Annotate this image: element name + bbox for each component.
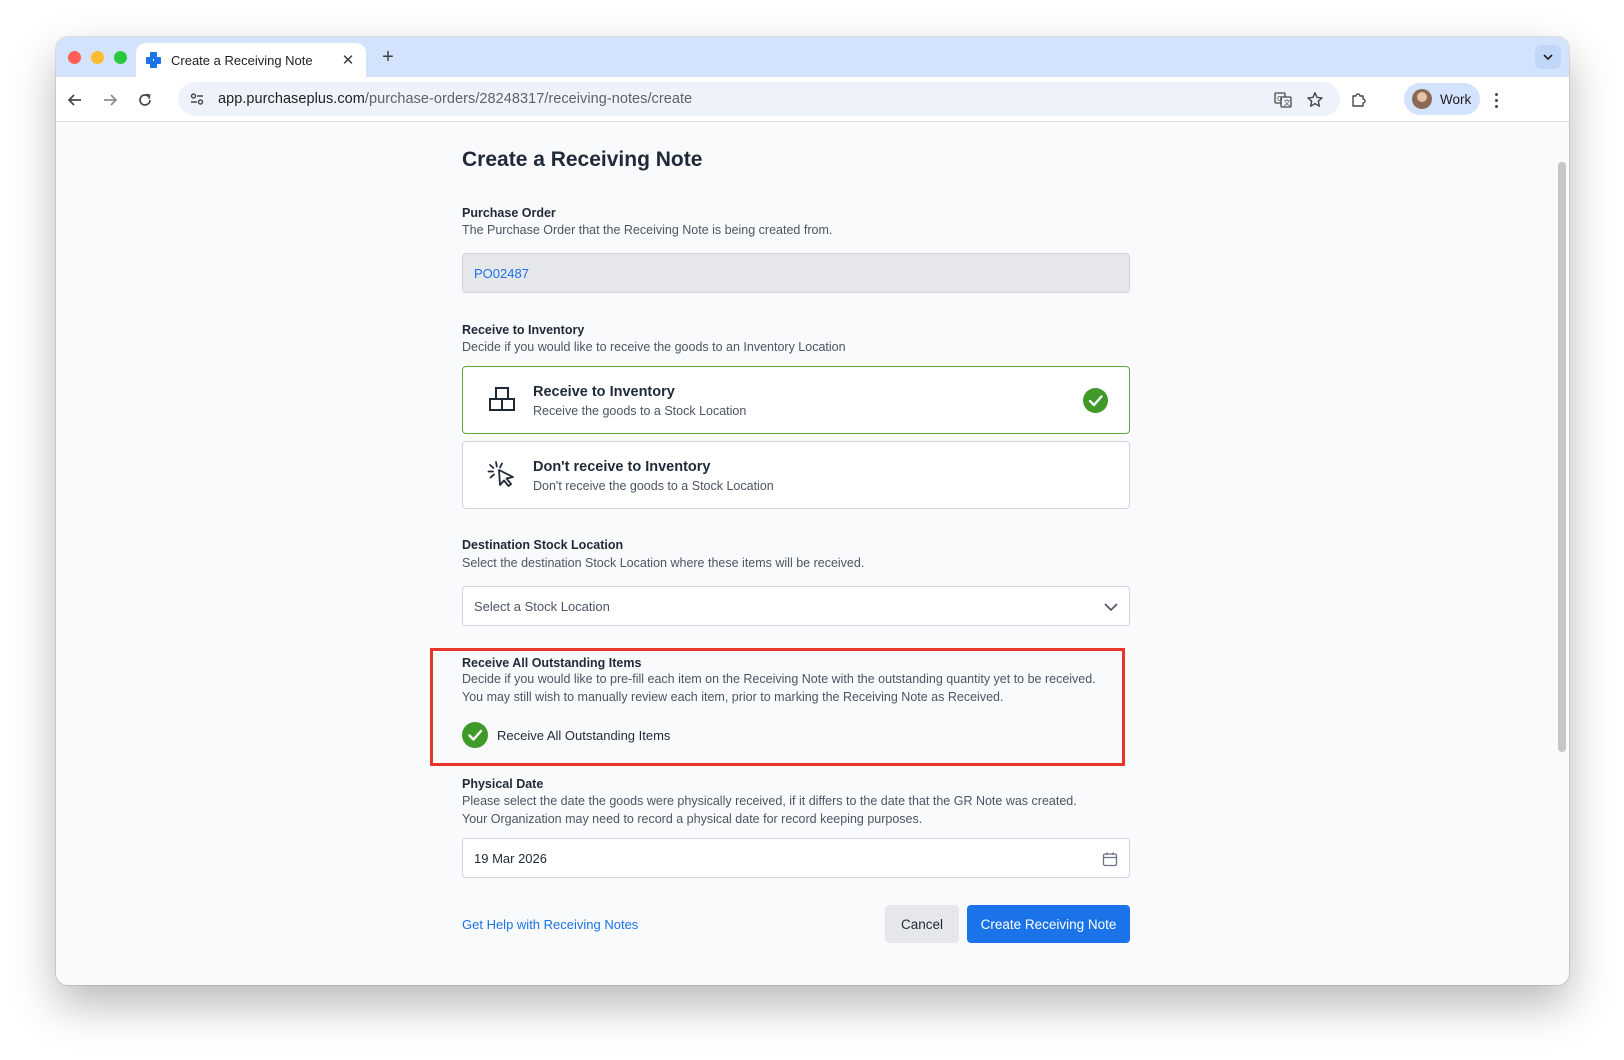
address-bar[interactable]: app.purchaseplus.com/purchase-orders/282… — [178, 82, 1340, 116]
bookmark-star-icon[interactable] — [1304, 89, 1326, 111]
page-content: Create a Receiving Note Purchase Order T… — [56, 122, 1569, 985]
arrow-left-icon — [67, 94, 81, 106]
browser-toolbar: app.purchaseplus.com/purchase-orders/282… — [56, 77, 1569, 122]
scrollbar[interactable] — [1558, 162, 1566, 752]
reload-icon — [139, 93, 151, 106]
browser-window: Create a Receiving Note ✕ + app.purchase… — [56, 37, 1569, 985]
site-info-icon[interactable] — [182, 84, 212, 114]
boxes-icon — [489, 387, 515, 411]
receive-to-inventory-label: Receive to Inventory — [462, 323, 585, 337]
browser-tab[interactable]: Create a Receiving Note ✕ — [136, 43, 366, 77]
tab-strip: Create a Receiving Note ✕ + — [56, 37, 1569, 77]
calendar-icon[interactable] — [1102, 851, 1118, 867]
reload-button[interactable] — [132, 87, 158, 113]
tab-close-icon[interactable]: ✕ — [340, 51, 356, 69]
purchase-order-link[interactable]: PO02487 — [474, 266, 529, 281]
receive-to-inventory-description: Decide if you would like to receive the … — [462, 340, 846, 354]
option-title: Receive to Inventory — [533, 384, 675, 400]
page-title: Create a Receiving Note — [462, 148, 703, 171]
minimize-window-button[interactable] — [91, 51, 104, 64]
cancel-button[interactable]: Cancel — [885, 905, 959, 943]
physical-date-value: 19 Mar 2026 — [474, 850, 547, 866]
svg-text:G: G — [1277, 95, 1282, 103]
cursor-click-icon — [487, 461, 514, 487]
destination-label: Destination Stock Location — [462, 538, 624, 552]
chevron-down-icon — [1104, 603, 1118, 612]
url-text: app.purchaseplus.com/purchase-orders/282… — [218, 91, 693, 107]
chevron-down-icon — [1543, 54, 1553, 61]
maximize-window-button[interactable] — [114, 51, 127, 64]
svg-text:文: 文 — [1284, 98, 1291, 107]
profile-button[interactable]: Work — [1404, 83, 1480, 115]
highlight-annotation-box — [430, 648, 1125, 766]
browser-menu-icon[interactable] — [1486, 87, 1506, 113]
forward-button[interactable] — [97, 87, 123, 113]
purchaseplus-favicon-icon — [146, 52, 162, 68]
physical-date-input[interactable]: 19 Mar 2026 — [462, 838, 1130, 878]
physical-date-label: Physical Date — [462, 777, 544, 791]
back-button[interactable] — [62, 87, 88, 113]
new-tab-button[interactable]: + — [376, 46, 400, 68]
purchase-order-field: PO02487 — [462, 253, 1130, 293]
extensions-puzzle-icon[interactable] — [1348, 89, 1370, 111]
tab-search-button[interactable] — [1535, 45, 1561, 69]
profile-label: Work — [1440, 91, 1472, 107]
physical-date-description-line1: Please select the date the goods were ph… — [462, 794, 1077, 808]
arrow-right-icon — [104, 94, 118, 106]
help-link[interactable]: Get Help with Receiving Notes — [462, 917, 638, 932]
option-subtitle: Don't receive the goods to a Stock Locat… — [533, 479, 774, 493]
option-title: Don't receive to Inventory — [533, 459, 711, 475]
stock-location-placeholder: Select a Stock Location — [474, 598, 610, 614]
create-receiving-note-button[interactable]: Create Receiving Note — [967, 905, 1130, 943]
close-window-button[interactable] — [68, 51, 81, 64]
translate-icon[interactable]: G文 — [1272, 89, 1294, 111]
stock-location-select[interactable]: Select a Stock Location — [462, 586, 1130, 626]
physical-date-description-line2: Your Organization may need to record a p… — [462, 812, 923, 826]
option-receive-to-inventory[interactable]: Receive to Inventory Receive the goods t… — [462, 366, 1130, 434]
destination-description: Select the destination Stock Location wh… — [462, 556, 865, 570]
purchase-order-label: Purchase Order — [462, 206, 556, 220]
check-circle-icon — [1083, 388, 1108, 413]
purchase-order-description: The Purchase Order that the Receiving No… — [462, 223, 833, 237]
option-subtitle: Receive the goods to a Stock Location — [533, 404, 747, 418]
avatar — [1412, 89, 1432, 109]
tab-title: Create a Receiving Note — [171, 52, 313, 68]
option-dont-receive-to-inventory[interactable]: Don't receive to Inventory Don't receive… — [462, 441, 1130, 509]
